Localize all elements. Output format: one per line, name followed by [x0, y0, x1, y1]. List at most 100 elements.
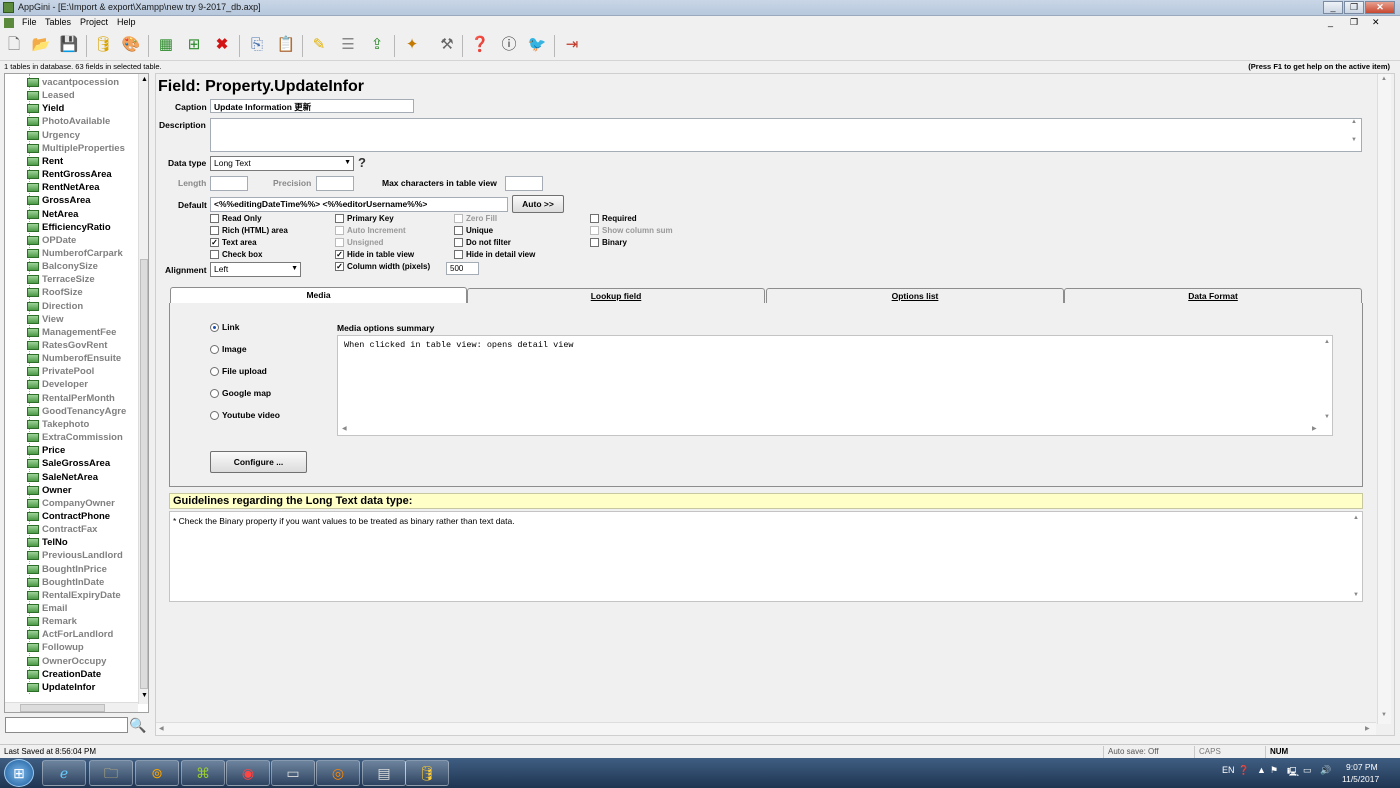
- tab-media[interactable]: Media: [170, 287, 467, 304]
- main-vertical-scrollbar[interactable]: ▲ ▼: [1377, 74, 1391, 724]
- check-box-checkbox[interactable]: Check box: [210, 250, 262, 259]
- tab-data-format[interactable]: Data Format: [1064, 288, 1362, 303]
- main-horizontal-scrollbar[interactable]: ◀ ▶: [156, 722, 1376, 735]
- tree-item[interactable]: Price: [27, 444, 65, 457]
- scroll-down-icon[interactable]: ▼: [1381, 712, 1387, 718]
- tree-item[interactable]: RentalExpiryDate: [27, 589, 121, 602]
- primary-key-checkbox[interactable]: Primary Key: [335, 214, 394, 223]
- rich-html-checkbox[interactable]: Rich (HTML) area: [210, 226, 288, 235]
- tree-item[interactable]: MultipleProperties: [27, 142, 125, 155]
- xampp-icon[interactable]: ⊚: [135, 760, 179, 786]
- tree-item[interactable]: Email: [27, 602, 67, 615]
- hide-table-checkbox[interactable]: ✓ Hide in table view: [335, 250, 414, 259]
- scroll-right-icon[interactable]: ▶: [1312, 425, 1317, 432]
- list-icon[interactable]: ☰: [338, 35, 358, 55]
- delete-icon[interactable]: ✖: [212, 35, 232, 55]
- tree-item[interactable]: EfficiencyRatio: [27, 221, 111, 234]
- chrome-icon[interactable]: ◉: [226, 760, 270, 786]
- text-area-checkbox[interactable]: ✓ Text area: [210, 238, 257, 247]
- tree-item[interactable]: Developer: [27, 378, 88, 391]
- add-field-icon[interactable]: ⊞: [184, 35, 204, 55]
- scroll-right-icon[interactable]: ▶: [1365, 725, 1370, 732]
- search-icon[interactable]: 🔍: [129, 716, 147, 734]
- appgini-taskbar-icon[interactable]: 🛢: [405, 760, 449, 786]
- tree-item[interactable]: BoughtInDate: [27, 576, 104, 589]
- tree-item[interactable]: RentGrossArea: [27, 168, 112, 181]
- tree-item[interactable]: Yield: [27, 102, 64, 115]
- tree-item[interactable]: SaleNetArea: [27, 471, 98, 484]
- tree-hscroll-thumb[interactable]: [20, 704, 105, 712]
- network-icon[interactable]: 🖳: [1287, 765, 1299, 781]
- table-icon[interactable]: ▦: [156, 35, 176, 55]
- menu-tables[interactable]: Tables: [45, 17, 71, 27]
- caption-field[interactable]: Update Information 更新: [210, 99, 414, 113]
- description-field[interactable]: [210, 118, 1362, 152]
- clipboard-app-icon[interactable]: ▤: [362, 760, 406, 786]
- search-input[interactable]: [5, 717, 128, 733]
- scroll-up-icon[interactable]: ▲: [1381, 76, 1387, 82]
- precision-field[interactable]: [316, 176, 354, 191]
- hide-detail-checkbox[interactable]: Hide in detail view: [454, 250, 535, 259]
- close-button[interactable]: ✕: [1365, 1, 1395, 14]
- scroll-up-icon[interactable]: ▲: [1324, 339, 1330, 345]
- scroll-down-icon[interactable]: ▼: [141, 692, 148, 699]
- auto-button[interactable]: Auto >>: [512, 195, 564, 213]
- tree-item[interactable]: CompanyOwner: [27, 497, 115, 510]
- tree-item[interactable]: UpdateInfor: [27, 681, 95, 694]
- tree-item[interactable]: Followup: [27, 641, 84, 654]
- binary-checkbox[interactable]: Binary: [590, 238, 627, 247]
- database-icon[interactable]: 🛢: [93, 35, 113, 55]
- firefox-icon[interactable]: ◎: [316, 760, 360, 786]
- tree-item[interactable]: vacantpocession: [27, 76, 119, 89]
- volume-icon[interactable]: 🔊: [1320, 765, 1331, 776]
- alignment-select[interactable]: Left ▼: [210, 262, 301, 277]
- tree-item[interactable]: OPDate: [27, 234, 76, 247]
- tree-item[interactable]: ActForLandlord: [27, 628, 113, 641]
- media-link-radio[interactable]: Link: [210, 322, 239, 332]
- notepad-plus-icon[interactable]: ⌘: [181, 760, 225, 786]
- tree-item[interactable]: GoodTenancyAgre: [27, 405, 126, 418]
- scroll-left-icon[interactable]: ◀: [342, 425, 347, 432]
- mdi-minimize-button[interactable]: _: [1328, 17, 1333, 27]
- tree-item[interactable]: Owner: [27, 484, 72, 497]
- configure-button[interactable]: Configure ...: [210, 451, 307, 473]
- tree-item[interactable]: RatesGovRent: [27, 339, 107, 352]
- description-scrollbar[interactable]: ▲ ▼: [1351, 119, 1361, 151]
- media-file-upload-radio[interactable]: File upload: [210, 366, 267, 376]
- datatype-select[interactable]: Long Text ▼: [210, 156, 354, 171]
- clock-date[interactable]: 11/5/2017: [1342, 774, 1379, 784]
- tree-item[interactable]: NumberofEnsuite: [27, 352, 121, 365]
- help-tray-icon[interactable]: ❓: [1238, 765, 1249, 776]
- tree-item[interactable]: Direction: [27, 300, 83, 313]
- tray-arrow-icon[interactable]: ▲: [1257, 765, 1266, 775]
- required-checkbox[interactable]: Required: [590, 214, 637, 223]
- zero-fill-checkbox[interactable]: Zero Fill: [454, 214, 497, 223]
- tree-item[interactable]: ContractFax: [27, 523, 97, 536]
- tree-scroll-thumb[interactable]: [140, 259, 148, 689]
- default-field[interactable]: <%%editingDateTime%%> <%%editorUsername%…: [210, 197, 508, 212]
- tab-lookup-field[interactable]: Lookup field: [467, 288, 765, 303]
- length-field[interactable]: [210, 176, 248, 191]
- help-icon[interactable]: ❓: [470, 35, 490, 55]
- copy-icon[interactable]: ⎘: [247, 35, 267, 55]
- datatype-help-icon[interactable]: ?: [358, 155, 366, 170]
- info-icon[interactable]: ⓘ: [499, 35, 519, 55]
- media-google-map-radio[interactable]: Google map: [210, 388, 271, 398]
- tree-item[interactable]: GrossArea: [27, 194, 91, 207]
- wand-icon[interactable]: ✦: [402, 35, 422, 55]
- auto-increment-checkbox[interactable]: Auto Increment: [335, 226, 406, 235]
- tree-item[interactable]: RoofSize: [27, 286, 83, 299]
- scroll-left-icon[interactable]: ◀: [159, 725, 164, 732]
- tree-item[interactable]: PreviousLandlord: [27, 549, 123, 562]
- tree-item[interactable]: CreationDate: [27, 668, 101, 681]
- tree-item[interactable]: TelNo: [27, 536, 68, 549]
- guidelines-box[interactable]: * Check the Binary property if you want …: [169, 511, 1363, 602]
- tree-horizontal-scrollbar[interactable]: [5, 702, 138, 712]
- no-filter-checkbox[interactable]: Do not filter: [454, 238, 511, 247]
- read-only-checkbox[interactable]: Read Only: [210, 214, 262, 223]
- palette-icon[interactable]: 🎨: [121, 35, 141, 55]
- menu-project[interactable]: Project: [80, 17, 108, 27]
- tree-item[interactable]: Urgency: [27, 129, 80, 142]
- clock-time[interactable]: 9:07 PM: [1346, 762, 1378, 772]
- field-tree[interactable]: vacantpocession Leased Yield PhotoAvailable…: [4, 73, 149, 713]
